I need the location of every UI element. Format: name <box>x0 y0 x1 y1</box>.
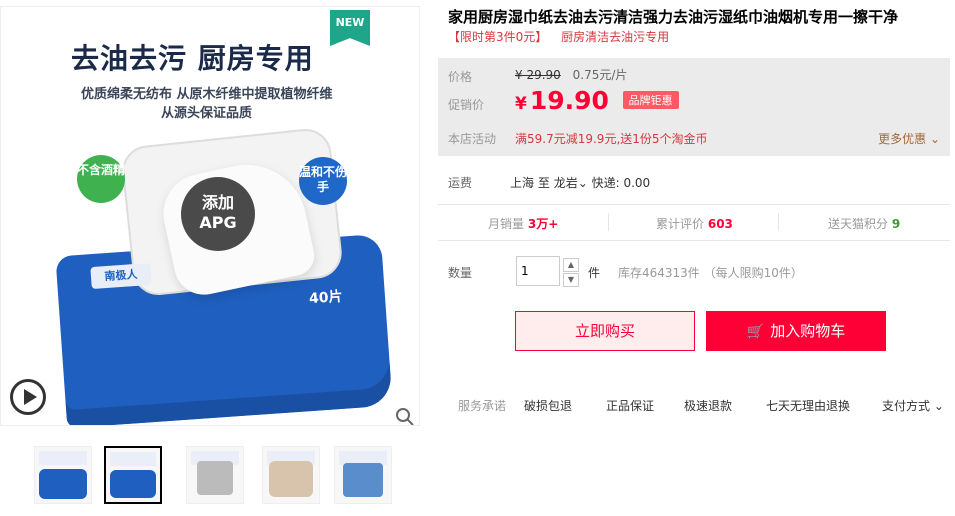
shipping-row: 运费 上海 至 龙岩⌄ 快递: 0.00 <box>438 168 950 194</box>
service-item[interactable]: 七天无理由退换 <box>766 397 850 414</box>
ship-from: 上海 <box>510 176 535 190</box>
image-subline-1: 优质绵柔无纺布 从原木纤维中提取植物纤维 <box>81 87 333 102</box>
shipping-label: 运费 <box>448 176 473 190</box>
payment-method-link[interactable]: 支付方式 ⌄ <box>882 397 944 414</box>
promo-price-label: 促销价 <box>448 98 485 112</box>
no-alcohol-badge: 不含酒精 <box>77 155 125 203</box>
add-to-cart-button[interactable]: 🛒 加入购物车 <box>706 311 886 351</box>
thumbnail-5[interactable] <box>334 446 392 504</box>
zoom-icon[interactable] <box>395 407 415 426</box>
payment-method-label: 支付方式 <box>882 399 931 413</box>
count-label: 40片 <box>308 288 344 308</box>
review-count-value: 603 <box>707 217 733 231</box>
product-gallery: 去油去污 厨房专用 优质绵柔无纺布 从原木纤维中提取植物纤维 从源头保证品质 南… <box>0 0 420 516</box>
tmall-points: 送天猫积分 9 <box>828 215 900 232</box>
express-fee: 快递: 0.00 <box>591 176 651 190</box>
orig-price-value: ¥ 29.90 <box>515 68 561 82</box>
service-item[interactable]: 正品保证 <box>606 397 654 414</box>
buy-now-label: 立即购买 <box>574 322 635 340</box>
monthly-sales-value: 3万+ <box>527 217 559 231</box>
orig-price-label: 价格 <box>448 70 473 84</box>
quantity-label: 数量 <box>448 266 473 280</box>
price-box: 价格 ¥ 29.90 0.75元/片 促销价 ¥19.90 品牌钜惠 本店活动 … <box>438 58 950 156</box>
thumbnail-strip <box>0 446 420 510</box>
tmall-points-label: 送天猫积分 <box>828 217 889 231</box>
apg-badge: 添加 APG <box>181 177 255 251</box>
discount-badge: 品牌钜惠 <box>622 91 679 109</box>
divider <box>778 213 779 231</box>
quantity-input[interactable] <box>516 256 560 286</box>
service-row: 服务承诺 破损包退 正品保证 极速退款 七天无理由退换 支付方式 ⌄ <box>438 397 955 419</box>
increase-icon[interactable]: ▲ <box>563 258 579 272</box>
service-item[interactable]: 极速退款 <box>684 397 732 414</box>
thumbnail-3[interactable] <box>186 446 244 504</box>
product-page: 去油去污 厨房专用 优质绵柔无纺布 从原木纤维中提取植物纤维 从源头保证品质 南… <box>0 0 955 516</box>
chevron-down-icon: ⌄ <box>577 176 588 190</box>
stats-row: 月销量 3万+ 累计评价 603 送天猫积分 9 <box>438 205 950 239</box>
decrease-icon[interactable]: ▼ <box>563 273 579 287</box>
buy-now-button[interactable]: 立即购买 <box>515 311 695 351</box>
thumbnail-4[interactable] <box>262 446 320 504</box>
more-offers-label: 更多优惠 <box>878 132 927 146</box>
divider <box>608 213 609 231</box>
monthly-sales: 月销量 3万+ <box>488 215 558 232</box>
service-label: 服务承诺 <box>458 399 507 413</box>
divider <box>438 240 950 241</box>
review-count[interactable]: 累计评价 603 <box>656 215 733 232</box>
add-to-cart-label: 加入购物车 <box>770 322 846 340</box>
promo-tag: 【限时第3件0元】 <box>448 30 548 44</box>
shipping-value: 上海 至 龙岩⌄ 快递: 0.00 <box>510 174 650 191</box>
current-price: ¥19.90 品牌钜惠 <box>515 86 679 115</box>
image-subline-2: 从源头保证品质 <box>161 106 253 121</box>
play-icon[interactable] <box>10 379 46 415</box>
review-count-label: 累计评价 <box>656 217 705 231</box>
thumbnail-1[interactable] <box>34 446 92 504</box>
apg-line-2: APG <box>199 213 237 232</box>
product-info-panel: 家用厨房湿巾纸去油去污清洁强力去油污湿纸巾油烟机专用一擦干净 【限时第3件0元】… <box>438 0 955 516</box>
gentle-badge: 温和不伤手 <box>299 157 347 205</box>
store-activity-label: 本店活动 <box>448 132 497 146</box>
cart-icon: 🛒 <box>746 324 765 340</box>
promo-desc: 厨房清洁去油污专用 <box>561 30 670 44</box>
more-offers-link[interactable]: 更多优惠 ⌄ <box>878 130 940 147</box>
ship-to: 龙岩 <box>553 176 578 190</box>
quantity-unit: 件 <box>588 266 601 280</box>
thumbnail-2[interactable] <box>104 446 162 504</box>
brand-label: 南极人 <box>90 262 152 290</box>
promo-line: 【限时第3件0元】 厨房清洁去油污专用 <box>448 28 679 45</box>
unit-price: 0.75元/片 <box>572 68 628 82</box>
ship-to-word: 至 <box>537 176 550 190</box>
stock-info: 库存464313件 （每人限购10件） <box>618 266 803 280</box>
quantity-row: 数量 ▲ ▼ 件 库存464313件 （每人限购10件） <box>438 256 950 290</box>
currency-symbol: ¥ <box>515 94 527 114</box>
ship-to-select[interactable]: 龙岩⌄ <box>554 176 588 190</box>
store-activity: 满59.7元减19.9元,送1份5个淘金币 <box>515 132 708 146</box>
main-product-image[interactable]: 去油去污 厨房专用 优质绵柔无纺布 从原木纤维中提取植物纤维 从源头保证品质 南… <box>0 6 420 426</box>
orig-price: ¥ 29.90 0.75元/片 <box>515 66 627 83</box>
monthly-sales-label: 月销量 <box>488 217 525 231</box>
product-title: 家用厨房湿巾纸去油去污清洁强力去油污湿纸巾油烟机专用一擦干净 <box>448 8 899 26</box>
service-item[interactable]: 破损包退 <box>524 397 572 414</box>
tmall-points-value: 9 <box>891 217 901 231</box>
chevron-down-icon: ⌄ <box>929 132 940 146</box>
apg-line-1: 添加 <box>201 193 234 212</box>
current-price-value: 19.90 <box>529 86 609 115</box>
chevron-down-icon: ⌄ <box>933 399 944 413</box>
image-headline: 去油去污 厨房专用 <box>71 42 314 75</box>
